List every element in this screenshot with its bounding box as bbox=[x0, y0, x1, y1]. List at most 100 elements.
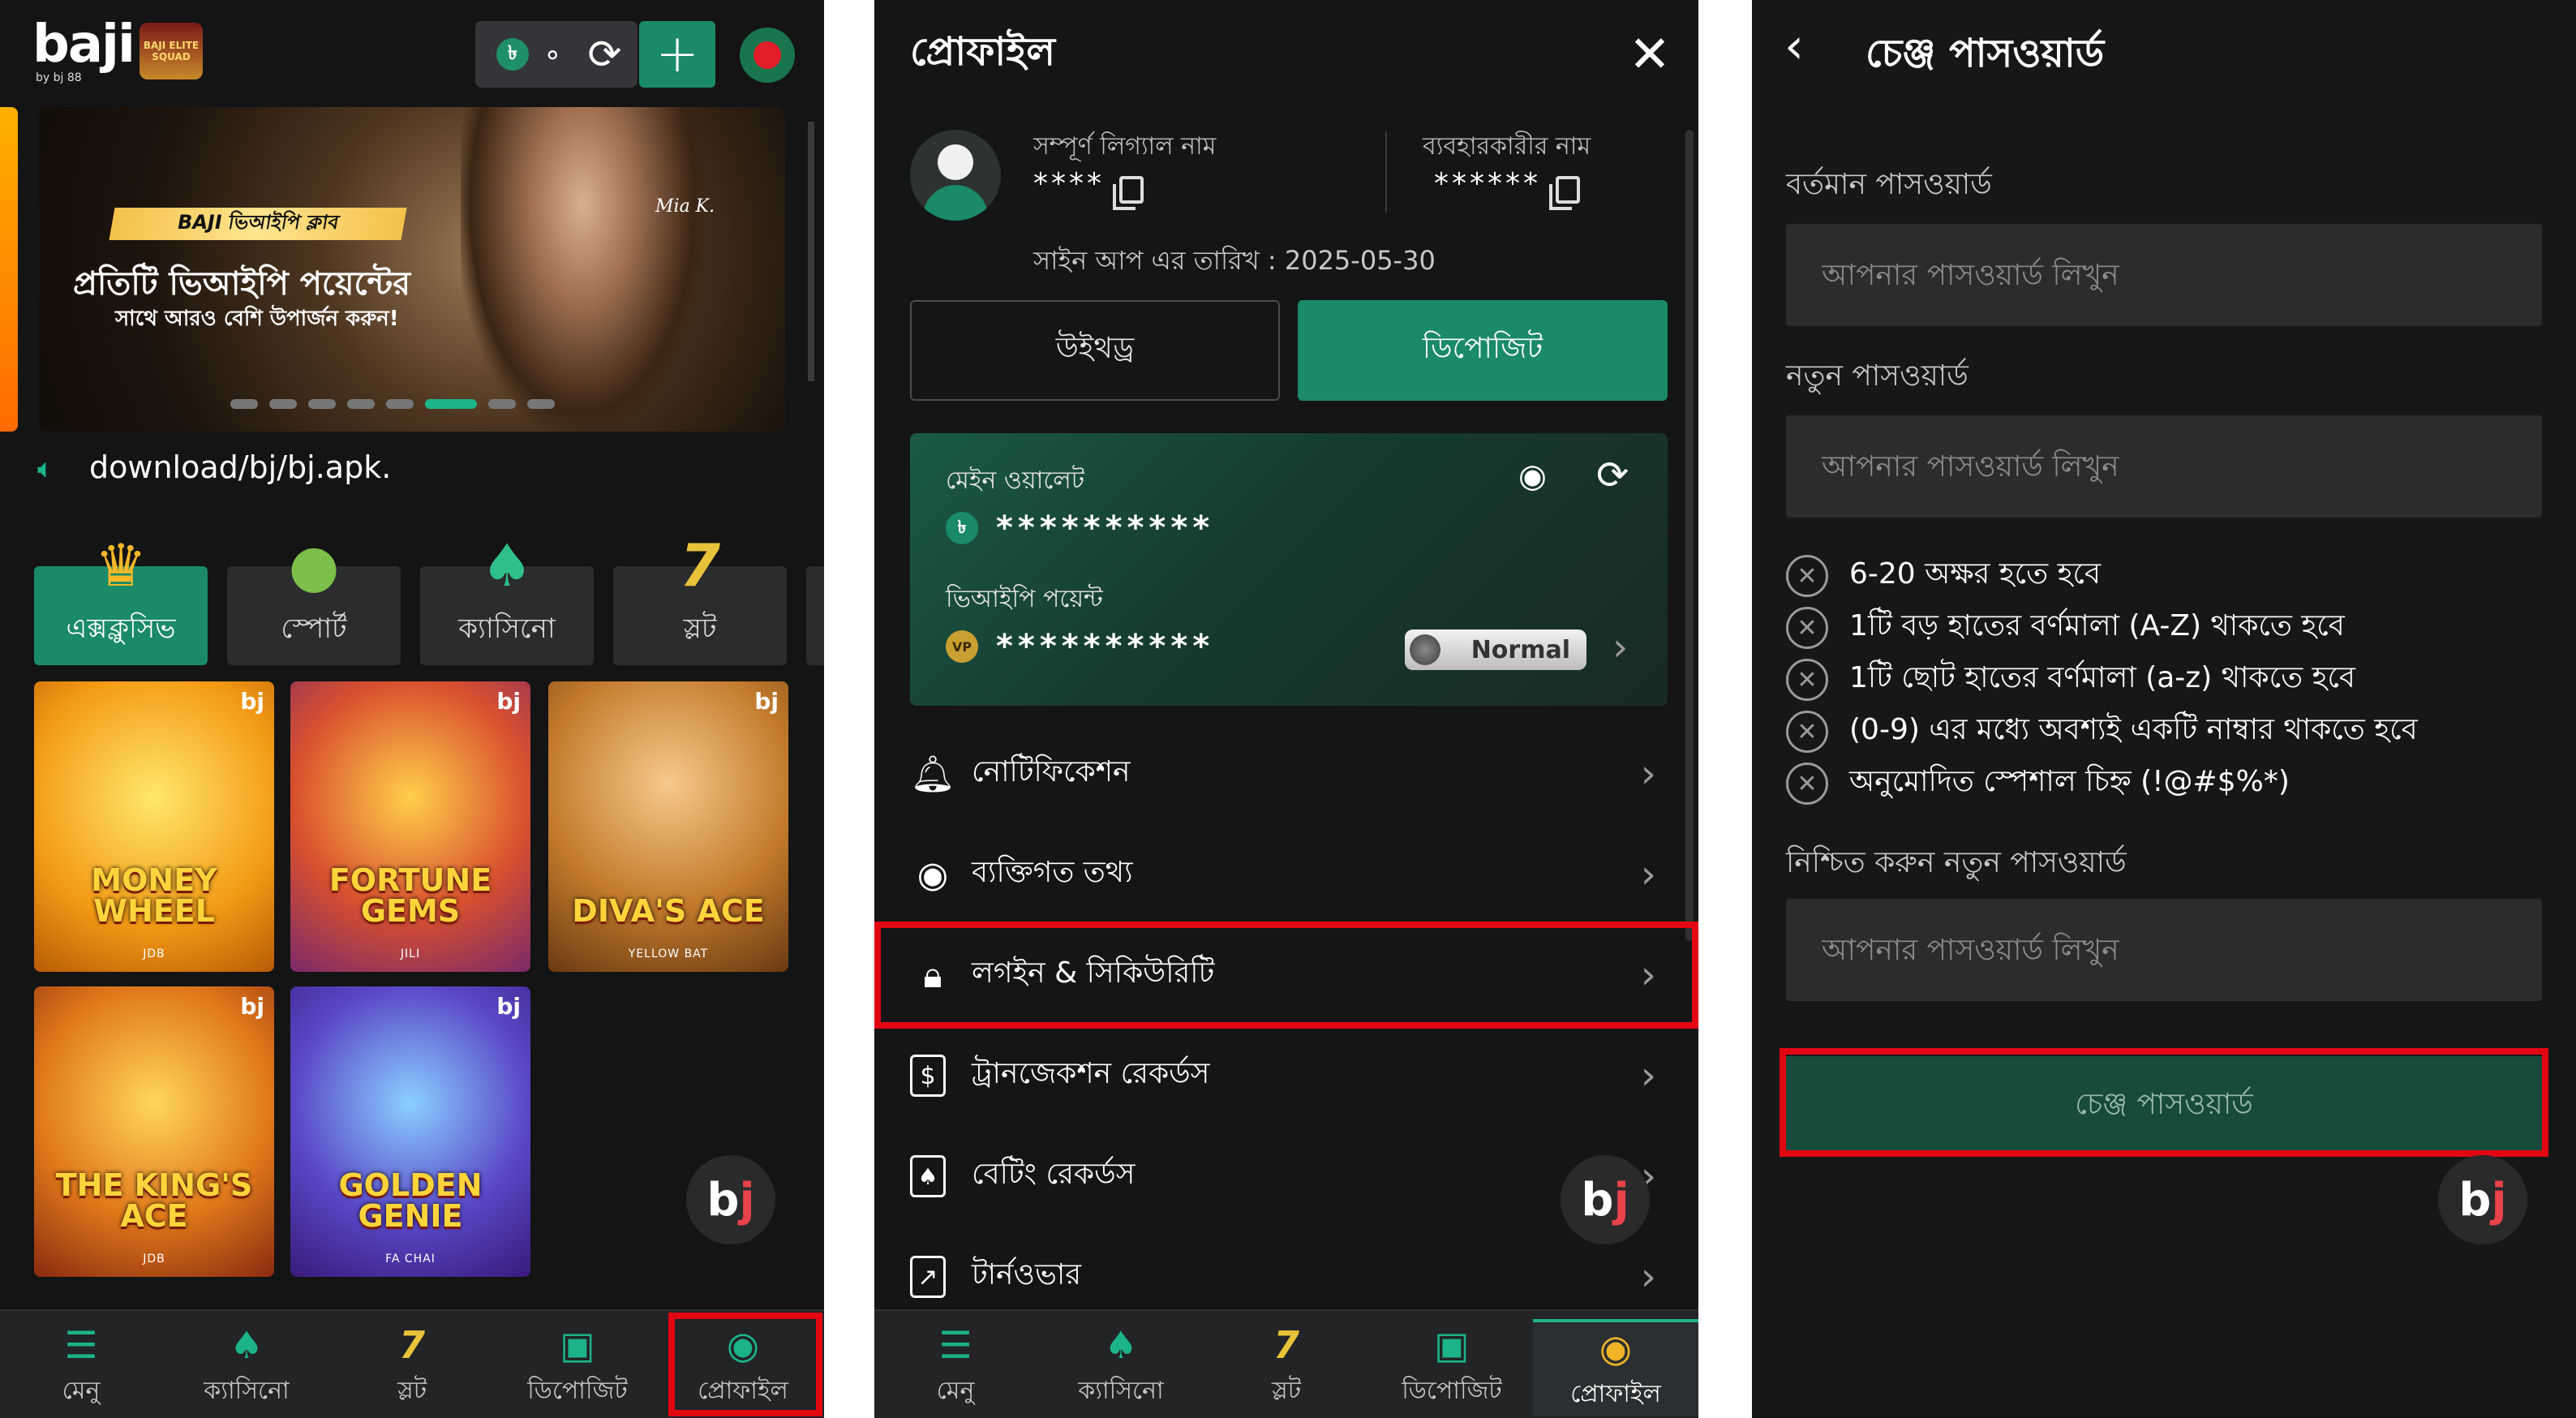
tab-menu[interactable]: ☰ মেনু bbox=[874, 1319, 1037, 1416]
banner-pagination[interactable] bbox=[230, 399, 555, 409]
category-exclusive[interactable]: ♛ এক্সক্লুসিভ bbox=[34, 531, 208, 665]
scrollbar[interactable] bbox=[1685, 130, 1694, 941]
tab-label: মেনু bbox=[936, 1377, 975, 1405]
menu-label: নোটিফিকেশন bbox=[972, 755, 1131, 788]
tab-casino[interactable]: ♠ ক্যাসিনো bbox=[1040, 1319, 1202, 1416]
banner-dot[interactable] bbox=[386, 399, 414, 409]
avatar[interactable] bbox=[910, 130, 1001, 221]
category-sport[interactable]: ● স্পোর্ট bbox=[227, 531, 401, 665]
announcement-marquee[interactable]: 🔈︎ download/bj/bj.apk. bbox=[37, 449, 391, 485]
banner-dot[interactable] bbox=[308, 399, 336, 409]
add-deposit-button[interactable]: + bbox=[639, 21, 715, 88]
bj-floating-button[interactable]: bj bbox=[2438, 1155, 2527, 1244]
category-slot[interactable]: 7 স্লট bbox=[613, 531, 787, 665]
copy-icon[interactable] bbox=[1549, 175, 1580, 210]
elite-squad-badge: BAJI ELITE SQUAD bbox=[140, 23, 203, 79]
wallet-card: মেইন ওয়ালেট ◉ ⟳ ৳ ********** ভিআইপি পয়ে… bbox=[910, 433, 1668, 706]
banner-subtitle: সাথে আরও বেশি উপার্জন করুন! bbox=[115, 307, 399, 331]
confirm-password-label: নিশ্চিত করুন নতুন পাসওয়ার্ড bbox=[1786, 846, 2127, 879]
game-card-fortune-gems[interactable]: bj FORTUNE GEMS JILI bbox=[290, 681, 530, 972]
confirm-password-input[interactable] bbox=[1786, 899, 2542, 1001]
user-circle-icon: ◉ bbox=[917, 853, 949, 896]
new-password-input[interactable] bbox=[1786, 415, 2542, 518]
divider bbox=[1385, 131, 1387, 213]
main-wallet-label: মেইন ওয়ালেট bbox=[946, 466, 1085, 495]
refresh-icon[interactable]: ⟳ bbox=[588, 31, 622, 78]
bj-floating-button[interactable]: bj bbox=[1561, 1155, 1650, 1244]
menu-betting-records[interactable]: ♠ বেটিং রেকর্ডস › bbox=[910, 1126, 1668, 1227]
x-circle-icon: ✕ bbox=[1786, 607, 1828, 649]
eye-icon[interactable]: ◉ bbox=[1518, 458, 1547, 495]
balance-box[interactable]: ৳ ∘ ⟳ bbox=[475, 21, 638, 88]
rule-length: ✕ 6-20 অক্ষর হতে হবে bbox=[1786, 552, 2101, 600]
tab-label: স্লট bbox=[397, 1377, 427, 1405]
menu-personal-info[interactable]: ◉ ব্যক্তিগত তথ্য › bbox=[910, 824, 1668, 925]
banner-signature: Mia K. bbox=[655, 196, 715, 217]
profile-screen: প্রোফাইল ✕ সম্পূর্ণ লিগ্যাল নাম **** ব্য… bbox=[874, 0, 1698, 1418]
vip-points-row: VP ********** bbox=[946, 628, 1214, 665]
menu-icon: ☰ bbox=[64, 1323, 98, 1367]
game-card-divas-ace[interactable]: bj DIVA'S ACE YELLOW BAT bbox=[548, 681, 788, 972]
menu-notification[interactable]: 🔔︎ নোটিফিকেশন › bbox=[910, 724, 1668, 824]
bottom-tab-bar: ☰ মেনু ♠ ক্যাসিনো 7 স্লট ▣ ডিপোজিট ◉ প্রোফাইল bbox=[0, 1309, 824, 1418]
rule-special: ✕ অনুমোদিত স্পেশাল চিহ্ন (!@#$%*) bbox=[1786, 759, 2290, 808]
change-password-screen: ‹ চেঞ্জ পাসওয়ার্ড বর্তমান পাসওয়ার্ড নত… bbox=[1752, 0, 2576, 1418]
category-casino[interactable]: ♠ ক্যাসিনো bbox=[420, 531, 594, 665]
chevron-right-icon[interactable]: › bbox=[1612, 625, 1628, 670]
tab-slot[interactable]: 7 স্লট bbox=[1205, 1319, 1367, 1416]
vip-level-badge[interactable]: Normal bbox=[1405, 630, 1586, 670]
chevron-right-icon: › bbox=[1640, 751, 1656, 797]
tab-label: স্লট bbox=[1271, 1377, 1302, 1405]
change-password-button[interactable]: চেঞ্জ পাসওয়ার্ড bbox=[1786, 1056, 2542, 1157]
banner-prev-peek bbox=[0, 107, 18, 432]
withdraw-button[interactable]: উইথড্র bbox=[910, 300, 1280, 401]
bj-mark: bj bbox=[240, 993, 264, 1020]
tab-slot[interactable]: 7 স্লট bbox=[331, 1319, 493, 1416]
bj-floating-button[interactable]: bj bbox=[686, 1155, 775, 1244]
vip-banner[interactable]: BAJI ভিআইপি ক্লাব প্রতিটি ভিআইপি পয়েন্ট… bbox=[39, 107, 785, 432]
menu-label: বেটিং রেকর্ডস bbox=[972, 1158, 1136, 1191]
chart-icon: ↗ bbox=[910, 1256, 946, 1298]
tab-profile[interactable]: ◉ প্রোফাইল bbox=[662, 1319, 824, 1416]
game-card-golden-genie[interactable]: bj GOLDEN GENIE FA CHAI bbox=[290, 986, 530, 1277]
spade-icon: ♠ bbox=[230, 1323, 264, 1367]
refresh-icon[interactable]: ⟳ bbox=[1596, 453, 1629, 498]
username-label: ব্যবহারকারীর নাম bbox=[1423, 132, 1591, 161]
tab-casino[interactable]: ♠ ক্যাসিনো bbox=[165, 1319, 328, 1416]
banner-dot[interactable] bbox=[347, 399, 375, 409]
x-circle-icon: ✕ bbox=[1786, 763, 1828, 805]
banner-dot-active[interactable] bbox=[425, 399, 477, 409]
bangladesh-flag-icon[interactable] bbox=[740, 28, 795, 83]
game-title: GOLDEN GENIE bbox=[338, 1167, 483, 1234]
banner-ribbon: BAJI ভিআইপি ক্লাব bbox=[109, 208, 407, 240]
banner-dot[interactable] bbox=[527, 399, 555, 409]
game-card-money-wheel[interactable]: bj MONEY WHEEL JDB bbox=[34, 681, 274, 972]
tab-profile[interactable]: ◉ প্রোফাইল bbox=[1533, 1319, 1698, 1416]
banner-dot[interactable] bbox=[269, 399, 297, 409]
tab-deposit[interactable]: ▣ ডিপোজিট bbox=[1371, 1319, 1533, 1416]
tab-label: ডিপোজিট bbox=[527, 1377, 628, 1405]
copy-icon[interactable] bbox=[1113, 175, 1144, 210]
close-icon[interactable]: ✕ bbox=[1629, 24, 1671, 84]
deposit-icon: ▣ bbox=[1434, 1323, 1470, 1367]
current-password-input[interactable] bbox=[1786, 224, 2542, 326]
game-card-kings-ace[interactable]: bj THE KING'S ACE JDB bbox=[34, 986, 274, 1277]
game-provider: FA CHAI bbox=[385, 1253, 436, 1265]
profile-icon: ◉ bbox=[726, 1323, 760, 1367]
baji-logo[interactable]: baji by bj 88 bbox=[32, 15, 135, 84]
back-icon[interactable]: ‹ bbox=[1784, 18, 1804, 75]
seven-icon: 7 bbox=[679, 531, 721, 599]
deposit-button[interactable]: ডিপোজিট bbox=[1298, 300, 1668, 401]
banner-dot[interactable] bbox=[230, 399, 258, 409]
tab-deposit[interactable]: ▣ ডিপোজিট bbox=[496, 1319, 659, 1416]
category-label: স্পোর্ট bbox=[281, 612, 347, 645]
new-password-label: নতুন পাসওয়ার্ড bbox=[1786, 359, 1968, 393]
full-name-row: **** bbox=[1033, 167, 1144, 210]
tab-menu[interactable]: ☰ মেনু bbox=[0, 1319, 162, 1416]
menu-login-security[interactable]: 🔒︎ লগইন & সিকিউরিটি › bbox=[910, 925, 1668, 1025]
x-circle-icon: ✕ bbox=[1786, 659, 1828, 701]
speaker-icon: 🔈︎ bbox=[37, 453, 54, 485]
menu-transaction-records[interactable]: $ ট্রানজেকশন রেকর্ডস › bbox=[910, 1025, 1668, 1126]
banner-dot[interactable] bbox=[488, 399, 516, 409]
bj-mark: bj bbox=[754, 688, 779, 715]
